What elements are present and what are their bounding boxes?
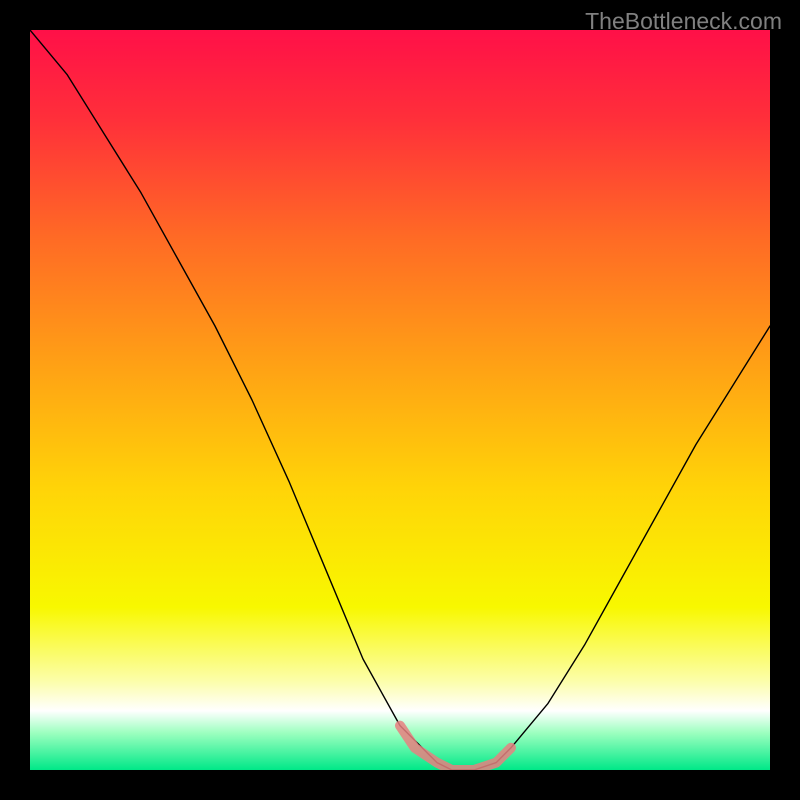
gradient-background [30,30,770,770]
chart-svg [30,30,770,770]
plot-area [30,30,770,770]
chart-container: TheBottleneck.com [0,0,800,800]
